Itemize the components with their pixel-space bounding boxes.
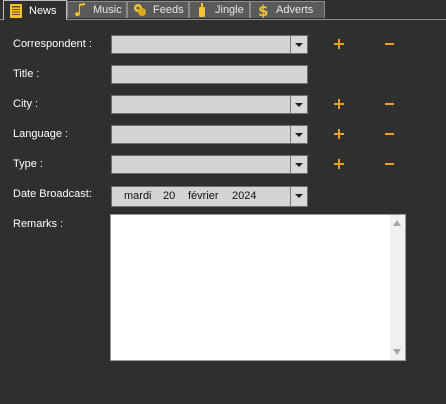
remove-city-button[interactable]	[384, 98, 398, 112]
tab-feeds[interactable]: Feeds	[127, 1, 189, 18]
chevron-down-icon[interactable]	[290, 96, 307, 113]
scroll-down-icon[interactable]	[393, 349, 401, 355]
dollar-icon: $	[255, 2, 271, 20]
remarks-label: Remarks :	[13, 218, 64, 230]
remove-correspondent-button[interactable]	[384, 38, 398, 52]
title-label: Title :	[13, 68, 40, 80]
music-note-icon	[72, 2, 88, 18]
tab-jingle-label: Jingle	[215, 4, 244, 16]
chevron-down-icon[interactable]	[290, 156, 307, 173]
city-select[interactable]	[111, 95, 308, 114]
tab-news[interactable]: News	[3, 0, 67, 20]
tab-feeds-label: Feeds	[153, 4, 184, 16]
date-broadcast-label: Date Broadcast:	[13, 188, 92, 200]
type-label: Type :	[13, 158, 43, 170]
tab-music-label: Music	[93, 4, 122, 16]
correspondent-select[interactable]	[111, 35, 308, 54]
city-label: City :	[13, 98, 39, 110]
title-input[interactable]	[111, 65, 308, 84]
date-display: mardi 20 février 2024	[124, 190, 256, 202]
chevron-down-icon[interactable]	[290, 36, 307, 53]
remove-language-button[interactable]	[384, 128, 398, 142]
date-weekday[interactable]: mardi	[124, 190, 163, 202]
tab-jingle[interactable]: Jingle	[189, 1, 250, 18]
date-year[interactable]: 2024	[232, 190, 256, 202]
feeds-icon	[132, 2, 148, 18]
tab-music[interactable]: Music	[67, 1, 127, 18]
scroll-up-icon[interactable]	[393, 220, 401, 226]
add-type-button[interactable]	[333, 158, 347, 172]
remarks-scrollbar[interactable]	[390, 215, 405, 360]
language-select[interactable]	[111, 125, 308, 144]
tab-bar: Music Feeds Jingle $ Adverts News	[0, 0, 446, 20]
chevron-down-icon[interactable]	[290, 126, 307, 143]
add-language-button[interactable]	[333, 128, 347, 142]
remarks-textarea[interactable]	[111, 215, 390, 360]
language-label: Language :	[13, 128, 69, 140]
jingle-icon	[194, 2, 210, 18]
type-select[interactable]	[111, 155, 308, 174]
correspondent-label: Correspondent :	[13, 38, 92, 50]
remarks-box	[110, 214, 406, 361]
date-day[interactable]: 20	[163, 190, 188, 202]
svg-text:$: $	[258, 2, 268, 18]
newspaper-icon	[8, 3, 24, 19]
tab-adverts[interactable]: $ Adverts	[250, 1, 325, 20]
tab-adverts-label: Adverts	[276, 4, 314, 16]
date-month[interactable]: février	[188, 190, 232, 202]
add-correspondent-button[interactable]	[333, 38, 347, 52]
add-city-button[interactable]	[333, 98, 347, 112]
date-broadcast-picker[interactable]: mardi 20 février 2024	[111, 186, 308, 207]
tab-news-label: News	[29, 4, 57, 17]
chevron-down-icon[interactable]	[290, 187, 307, 206]
remove-type-button[interactable]	[384, 158, 398, 172]
